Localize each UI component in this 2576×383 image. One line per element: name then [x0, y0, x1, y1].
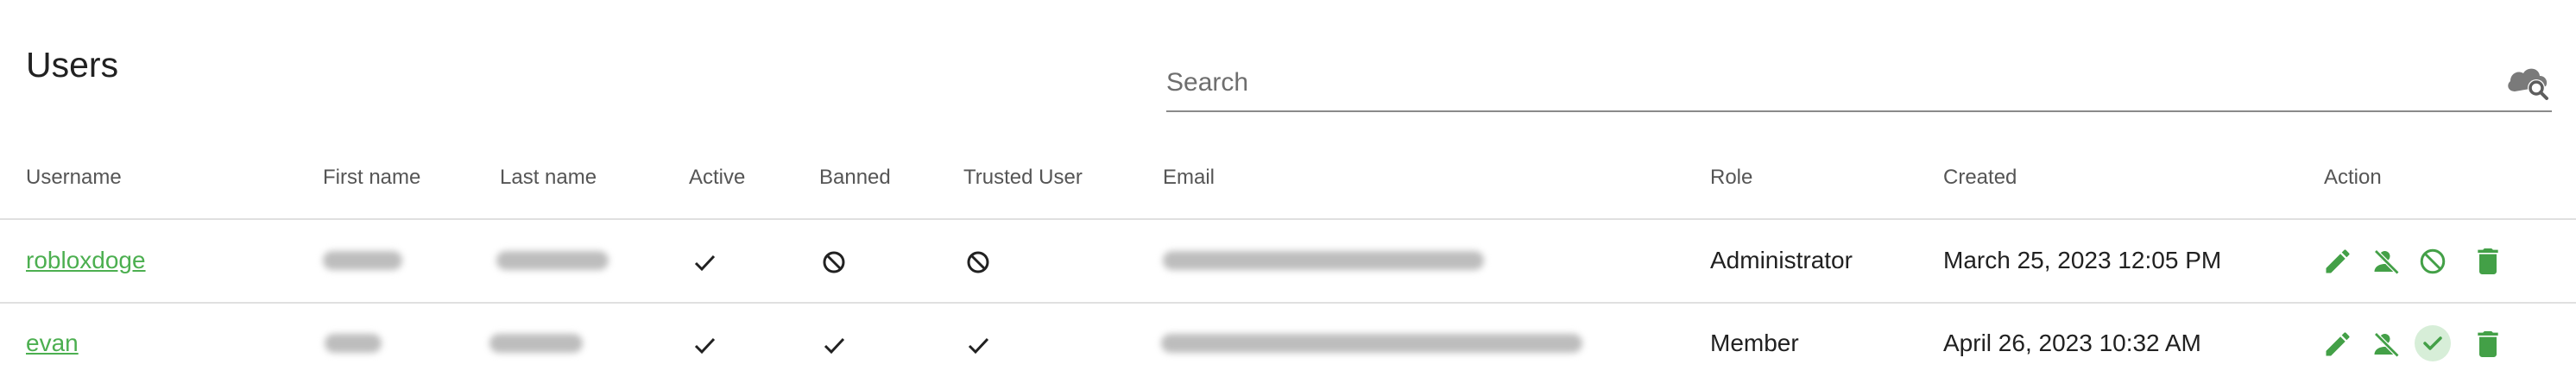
role-text: Administrator [1710, 247, 1853, 273]
column-first-name[interactable]: First name [323, 166, 420, 190]
block-icon [821, 249, 847, 275]
ban-button[interactable] [2417, 246, 2448, 277]
divider [0, 218, 2576, 220]
page-title: Users [26, 45, 119, 85]
first-name-redacted [323, 251, 402, 270]
edit-button[interactable] [2322, 329, 2353, 360]
created-text: April 26, 2023 10:32 AM [1943, 330, 2201, 356]
edit-button[interactable] [2322, 246, 2353, 277]
unban-button[interactable] [2415, 325, 2451, 361]
role-text: Member [1710, 330, 1799, 356]
check-icon [691, 332, 717, 358]
email-redacted [1163, 251, 1484, 270]
last-name-redacted [489, 334, 583, 353]
column-last-name[interactable]: Last name [500, 166, 597, 190]
column-role[interactable]: Role [1710, 166, 1752, 190]
username-link[interactable]: evan [26, 329, 79, 358]
column-trusted-user[interactable]: Trusted User [963, 166, 1083, 190]
check-icon [965, 332, 991, 358]
username-link[interactable]: robloxdoge [26, 246, 146, 275]
created-text: March 25, 2023 12:05 PM [1943, 247, 2222, 273]
column-active[interactable]: Active [689, 166, 745, 190]
column-action: Action [2324, 166, 2382, 189]
last-name-redacted [496, 251, 609, 270]
delete-button[interactable] [2471, 327, 2502, 358]
column-username[interactable]: Username [26, 166, 122, 190]
check-icon [691, 249, 717, 275]
column-created[interactable]: Created [1943, 166, 2017, 190]
email-redacted [1161, 334, 1582, 353]
divider [0, 302, 2576, 304]
first-name-redacted [325, 334, 382, 353]
remove-user-button[interactable] [2371, 246, 2402, 277]
column-banned[interactable]: Banned [819, 166, 891, 190]
search-bar [1166, 59, 2552, 112]
block-icon [965, 249, 991, 275]
remove-user-button[interactable] [2371, 329, 2402, 360]
delete-button[interactable] [2471, 244, 2502, 275]
check-icon [821, 332, 847, 358]
search-input[interactable] [1166, 59, 2461, 107]
column-email[interactable]: Email [1163, 166, 1215, 190]
cloud-search-icon[interactable] [2505, 62, 2552, 102]
